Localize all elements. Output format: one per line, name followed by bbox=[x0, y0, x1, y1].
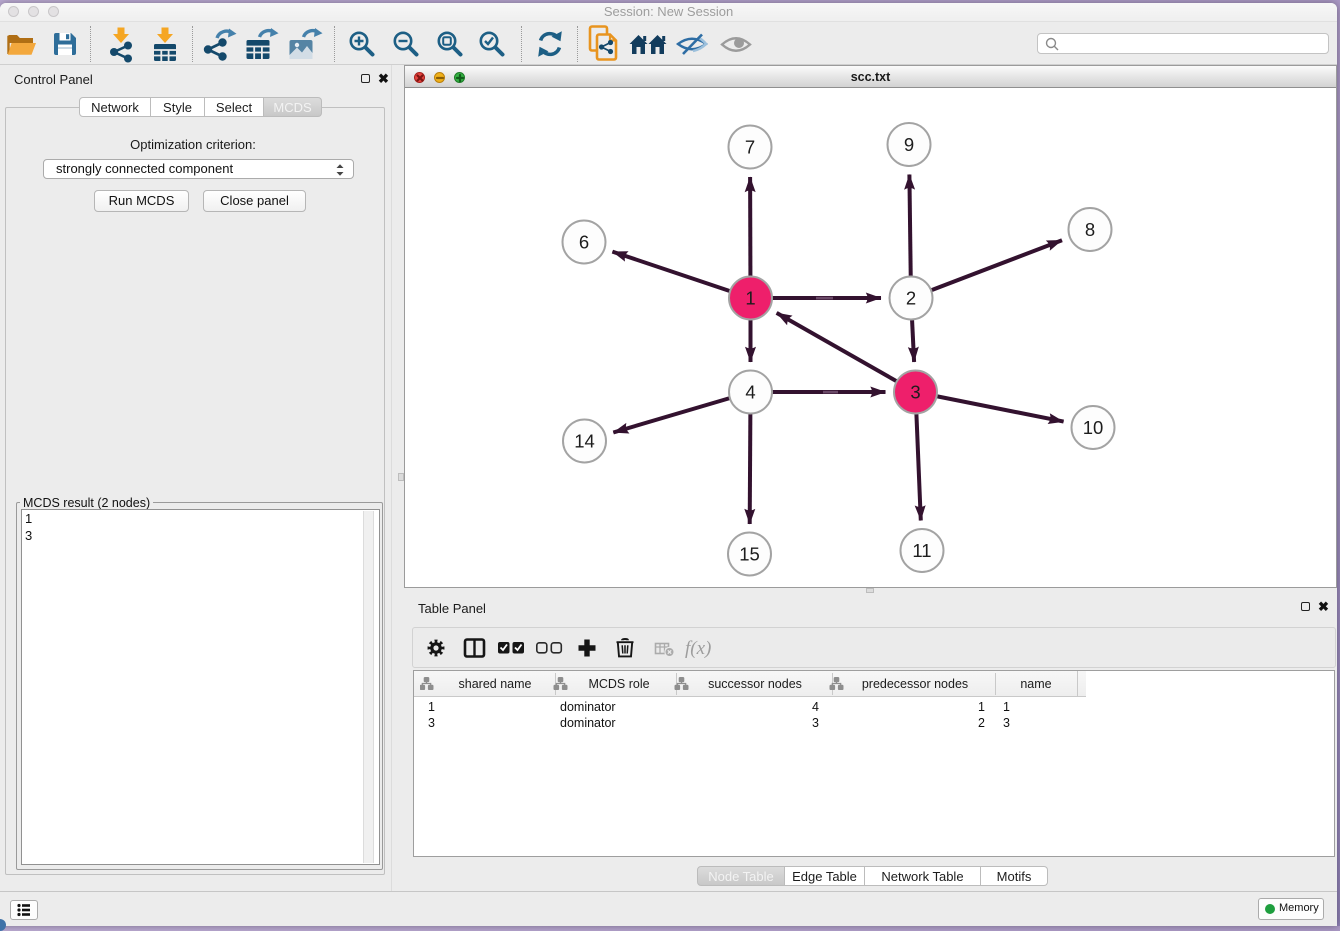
svg-text:7: 7 bbox=[745, 137, 755, 158]
svg-text:2: 2 bbox=[906, 288, 916, 309]
svg-text:14: 14 bbox=[574, 431, 595, 452]
svg-text:15: 15 bbox=[739, 544, 760, 565]
svg-text:11: 11 bbox=[912, 540, 931, 561]
svg-text:3: 3 bbox=[910, 382, 920, 403]
svg-text:4: 4 bbox=[745, 382, 755, 403]
svg-text:9: 9 bbox=[904, 134, 914, 155]
svg-text:6: 6 bbox=[579, 232, 589, 253]
svg-text:f(x): f(x) bbox=[685, 638, 711, 658]
svg-text:10: 10 bbox=[1083, 417, 1104, 438]
svg-text:8: 8 bbox=[1085, 219, 1095, 240]
svg-text:1: 1 bbox=[745, 288, 755, 309]
